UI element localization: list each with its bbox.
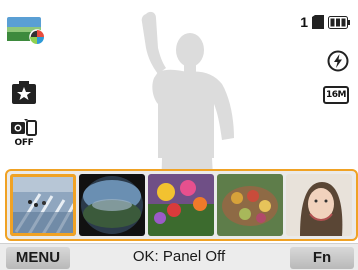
camera-screen: OFF 1 16M MENU OK: Panel Off Fn: [0, 0, 358, 270]
flash-auto-icon: [327, 50, 349, 72]
filter-miniature[interactable]: [10, 174, 76, 236]
miniature-thumbnail: [10, 174, 76, 236]
portrait-thumbnail: [286, 174, 352, 236]
image-size-badge: 16M: [323, 86, 349, 104]
filter-oil-paint[interactable]: [217, 174, 283, 236]
memory-card-icon: [312, 15, 324, 29]
self-shot-icon: [11, 119, 37, 136]
bottom-bar: MENU OK: Panel Off Fn: [0, 243, 358, 270]
filter-panel: [5, 169, 358, 241]
battery-full-icon: [328, 15, 350, 29]
flowers-thumbnail: [148, 174, 214, 236]
oil-paint-thumbnail: [217, 174, 283, 236]
shot-count: 1: [300, 14, 308, 30]
fisheye-thumbnail: [79, 174, 145, 236]
self-shot-off-tile[interactable]: OFF: [10, 118, 38, 150]
fn-button[interactable]: Fn: [290, 247, 354, 269]
smart-auto-icon[interactable]: [10, 78, 38, 106]
filter-fisheye[interactable]: [79, 174, 145, 236]
self-shot-off-label: OFF: [14, 138, 34, 148]
filter-vivid-flowers[interactable]: [148, 174, 214, 236]
scene-mode-thumbnail-icon[interactable]: [7, 17, 49, 45]
filter-sketch-portrait[interactable]: [286, 174, 352, 236]
status-row: 1: [300, 14, 350, 30]
